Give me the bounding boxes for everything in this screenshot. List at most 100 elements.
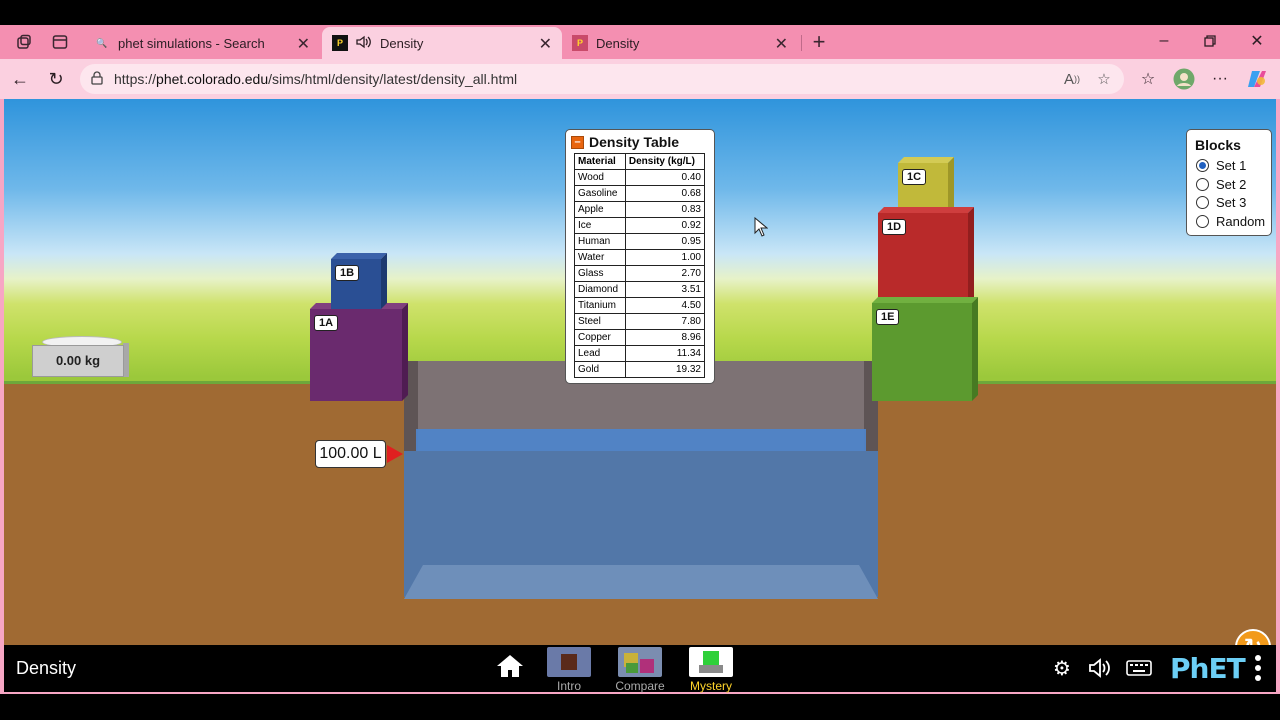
url-path: /sims/html/density/latest/density_all.ht… [268,71,518,87]
close-tab-icon[interactable]: ✕ [775,34,788,54]
material-cell: Apple [574,201,626,218]
density-table-header[interactable]: – Density Table [571,134,679,150]
intro-thumbnail [547,647,591,677]
mystery-thumbnail [689,647,733,677]
sound-icon[interactable] [1087,655,1113,681]
table-row: Apple 0.83 [574,201,706,218]
tab-title: Density [596,35,640,51]
block-1c[interactable]: 1C [898,163,948,213]
close-window-icon[interactable]: ✕ [1243,31,1271,51]
block-label: 1B [335,265,360,281]
radio-selected-dot [1199,162,1206,169]
block-top [878,207,974,213]
column-header: Density (kg/L) [624,153,706,170]
address-bar-row: ← ↻ https://phet.colorado.edu/sims/html/… [0,59,1280,99]
address-bar[interactable]: https://phet.colorado.edu/sims/html/dens… [80,64,1124,94]
new-tab-icon[interactable]: + [808,29,830,54]
block-1a[interactable]: 1A [310,309,402,401]
more-options-icon[interactable]: ··· [1208,67,1232,91]
density-cell: 2.70 [624,265,706,282]
material-cell: Water [574,249,626,266]
block-label: 1C [902,169,927,185]
radio-option-set-2[interactable]: Set 2 [1196,177,1246,192]
radio-option-random[interactable]: Random [1196,214,1265,229]
url-prefix: https:// [114,71,157,87]
density-cell: 3.51 [624,281,706,298]
workspaces-icon[interactable] [13,31,35,53]
speaker-icon[interactable] [356,35,372,52]
close-tab-icon[interactable]: ✕ [297,34,310,54]
radio-label: Set 1 [1216,158,1247,173]
material-cell: Ice [574,217,626,234]
home-icon[interactable] [496,653,524,679]
phet-menu-icon[interactable] [1254,655,1262,681]
block-top [898,157,954,163]
copilot-icon[interactable] [1245,67,1269,91]
collapse-icon[interactable]: – [571,135,584,149]
read-aloud-icon[interactable]: A)) [1062,69,1082,89]
favorite-star-icon[interactable]: ☆ [1094,69,1114,89]
density-cell: 0.68 [624,185,706,202]
density-table-panel: – Density Table Material Density (kg/L) … [565,129,715,384]
profile-avatar[interactable] [1172,67,1196,91]
density-table-title: Density Table [589,134,679,150]
block-1e[interactable]: 1E [872,303,972,401]
restore-icon[interactable] [1196,31,1224,51]
tab-bar: 🔍 phet simulations - Search ✕ P Density … [0,25,1280,59]
minimize-icon[interactable]: – [1150,31,1178,51]
scale-readout: 0.00 kg [55,353,101,368]
material-cell: Diamond [574,281,626,298]
favorites-icon[interactable]: ☆ [1136,67,1160,91]
table-row: Diamond 3.51 [574,281,706,298]
material-cell: Gold [574,361,626,378]
radio-circle[interactable] [1196,196,1209,209]
block-1d[interactable]: 1D [878,213,968,303]
screen-label: Compare [615,679,665,693]
water-surface [416,429,866,453]
url-text[interactable]: https://phet.colorado.edu/sims/html/dens… [114,71,517,87]
simulation-area: 100.00 L 0.00 kg 1A 1B 1C 1D 1E – Densit… [4,99,1276,645]
radio-option-set-1[interactable]: Set 1 [1196,158,1246,173]
material-cell: Gasoline [574,185,626,202]
density-cell: 0.95 [624,233,706,250]
radio-circle[interactable] [1196,159,1209,172]
keyboard-icon[interactable] [1126,655,1152,681]
density-cell: 0.92 [624,217,706,234]
density-cell: 7.80 [624,313,706,330]
lock-icon[interactable] [90,71,104,85]
close-tab-icon[interactable]: ✕ [539,34,552,54]
refresh-icon[interactable]: ↻ [44,67,68,91]
radio-option-set-3[interactable]: Set 3 [1196,195,1246,210]
settings-gear-icon[interactable]: ⚙ [1049,655,1075,681]
sim-navigation-bar: Density Intro Compare Mystery ⚙ PhET [4,645,1276,693]
phet-logo[interactable]: PhET [1170,652,1246,685]
table-row: Human 0.95 [574,233,706,250]
tab-density-active[interactable]: P Density ✕ [322,27,562,59]
search-icon: 🔍 [96,37,108,48]
back-icon[interactable]: ← [8,67,32,91]
blocks-panel: Blocks Set 1 Set 2 Set 3 Random [1186,129,1272,236]
radio-circle[interactable] [1196,177,1209,191]
screen-mystery-button[interactable]: Mystery [689,647,733,693]
table-row: Gasoline 0.68 [574,185,706,202]
url-domain: phet.colorado.edu [156,71,269,87]
block-label: 1A [314,315,339,331]
material-cell: Copper [574,329,626,346]
block-side [948,157,954,213]
mouse-cursor-icon [754,217,768,237]
tab-actions-icon[interactable] [49,31,71,53]
browser-window: 🔍 phet simulations - Search ✕ P Density … [0,25,1280,694]
screen-intro-button[interactable]: Intro [547,647,591,693]
material-cell: Steel [574,313,626,330]
tab-search[interactable]: 🔍 phet simulations - Search ✕ [84,27,320,59]
material-cell: Human [574,233,626,250]
screen-label: Mystery [690,679,732,693]
radio-circle[interactable] [1196,214,1209,228]
radio-label: Set 3 [1216,195,1247,210]
tab-density[interactable]: P Density ✕ [562,27,798,59]
density-cell: 1.00 [624,249,706,266]
block-1b[interactable]: 1B [331,259,381,309]
table-row: Glass 2.70 [574,265,706,282]
screen-compare-button[interactable]: Compare [615,647,665,693]
volume-readout: 100.00 L [315,440,386,468]
